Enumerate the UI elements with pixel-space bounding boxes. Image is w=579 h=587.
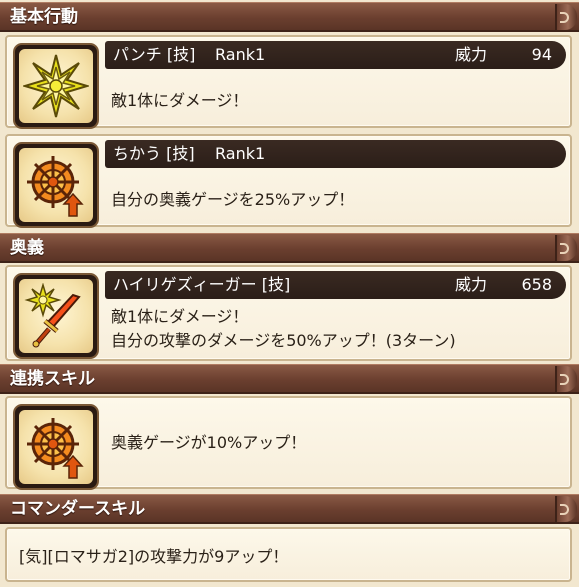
power-label: 威力 — [455, 275, 488, 294]
skill-icon-frame — [13, 43, 99, 129]
skill-description: [気][ロマサガ2]の攻撃力が9アップ！ — [19, 547, 289, 566]
section-header-commander: コマンダースキル — [0, 494, 579, 524]
skill-description-line-2: 自分の攻撃のダメージを50%アップ！(3ターン) — [111, 331, 456, 350]
skill-name: パンチ [技] — [113, 45, 196, 64]
section-title: コマンダースキル — [10, 499, 146, 519]
skill-description: 奥義ゲージが10%アップ！ — [111, 433, 307, 452]
section-title: 連携スキル — [10, 369, 95, 389]
skill-description: 自分の奥義ゲージを25%アップ！ — [111, 190, 355, 209]
scroll-ornament — [555, 235, 577, 261]
section-header-renkei: 連携スキル — [0, 364, 579, 394]
skill-card-punch[interactable]: パンチ [技] Rank1 威力 94 敵1体にダメージ！ — [5, 35, 572, 129]
skill-icon-frame — [13, 142, 99, 228]
sword-strike-icon — [24, 283, 81, 348]
skill-card-chikau[interactable]: ちかう [技] Rank1 自分の奥義ゲージを25%アップ！ — [5, 134, 572, 228]
scroll-ornament — [555, 4, 577, 30]
scroll-ornament — [555, 366, 577, 392]
section-header-basic: 基本行動 — [0, 2, 579, 32]
skill-title-bar: ちかう [技] Rank1 — [105, 140, 566, 168]
punch-impact-icon — [23, 54, 89, 118]
power-value: 658 — [521, 275, 552, 294]
skill-icon-frame — [13, 273, 99, 359]
skill-title-bar: パンチ [技] Rank1 威力 94 — [105, 41, 566, 69]
skill-description: 敵1体にダメージ！ — [111, 91, 249, 110]
skill-card-commander[interactable]: [気][ロマサガ2]の攻撃力が9アップ！ — [5, 527, 572, 582]
skill-description-line-1: 敵1体にダメージ！ — [111, 307, 249, 326]
section-title: 基本行動 — [10, 7, 78, 27]
gauge-up-icon — [27, 418, 84, 479]
section-title: 奥義 — [10, 238, 44, 258]
section-header-ougi: 奥義 — [0, 233, 579, 263]
skill-rank: Rank1 — [215, 144, 266, 163]
skill-name: ハイリゲズィーガー [技] — [113, 275, 291, 294]
scroll-ornament — [555, 496, 577, 522]
skill-title-bar: ハイリゲズィーガー [技] 威力 658 — [105, 271, 566, 299]
skill-card-renkei[interactable]: 奥義ゲージが10%アップ！ — [5, 396, 572, 490]
skill-icon-frame — [13, 404, 99, 490]
power-value: 94 — [531, 45, 552, 64]
power-label: 威力 — [455, 45, 488, 64]
skill-card-ougi[interactable]: ハイリゲズィーガー [技] 威力 658 敵1体にダメージ！ 自分の攻撃のダメー… — [5, 265, 572, 361]
skill-name: ちかう [技] — [113, 144, 195, 163]
skill-rank: Rank1 — [215, 45, 266, 64]
gauge-up-icon — [27, 156, 84, 217]
